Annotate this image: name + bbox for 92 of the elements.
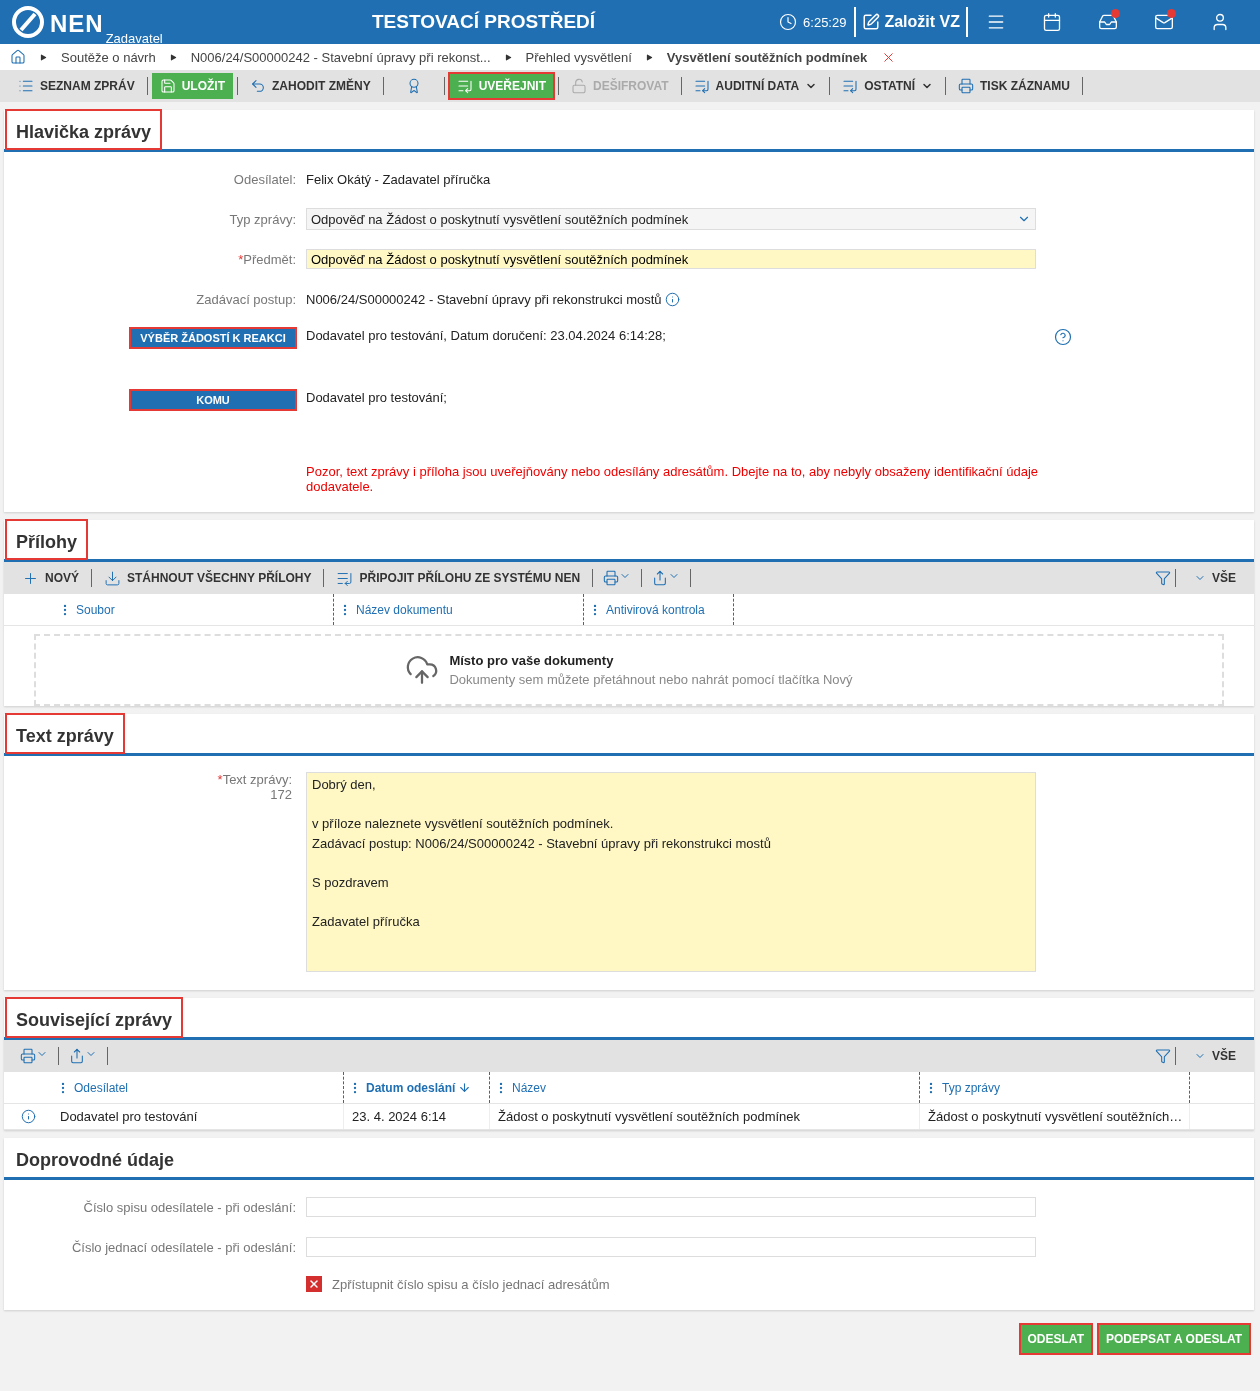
field-label: Číslo jednací odesílatele - při odeslání: [71, 1239, 296, 1255]
column-header[interactable]: Název dokumentu [356, 602, 453, 617]
home-icon [10, 49, 26, 65]
edit-icon [862, 13, 881, 31]
filter-icon [1155, 570, 1171, 586]
section-title: Doprovodné údaje [15, 1149, 175, 1172]
checkbox-label: Zpřístupnit číslo spisu a číslo jednací adresátům [332, 1276, 610, 1292]
field-label: Zadávací postup: [195, 291, 296, 307]
clock-icon [779, 13, 798, 31]
column-header[interactable]: Typ zprávy [942, 1080, 1001, 1095]
field-value: N006/24/S00000242 - Stavební úpravy při rekonstrukci mostů [306, 291, 662, 307]
share-icon [69, 1048, 85, 1064]
role-label: Zadavatel [105, 31, 163, 46]
warning-text: Pozor, text zprávy i příloha jsou uveřejňovány nebo odesílány adresátům. Dbejte na to, aby nebyly obsaženy identifikační údaje dodavatele. [306, 464, 1040, 494]
field-label: Číslo spisu odesílatele - při odeslání: [82, 1199, 296, 1215]
field-value: Dodavatel pro testování; [306, 390, 448, 405]
environment-title: TESTOVACÍ PROSTŘEDÍ [372, 11, 597, 33]
logo-text: NEN [50, 10, 104, 38]
share-icon [652, 570, 669, 586]
message-text-field[interactable]: Dobrý den, v příloze naleznete vysvětlení soutěžních podmínek. Zadávací postup: N006/24/S00000242 - Stavební úpravy při rekonstrukci mostů S pozdravem Zadavatel příručka [306, 772, 1036, 972]
column-header[interactable]: Soubor [76, 602, 115, 617]
field-label: Odesílatel: [232, 171, 296, 187]
section-title: Přílohy [6, 520, 87, 559]
field-value: Felix Okátý - Zadavatel příručka [306, 171, 492, 187]
create-tender-button[interactable]: Založit VZ [854, 7, 968, 37]
list-arrow-icon [693, 78, 710, 94]
info-icon [664, 291, 680, 307]
caret-icon [40, 53, 47, 61]
toolbar-button[interactable]: AUDITNÍ DATA [685, 73, 826, 99]
help-icon [1054, 328, 1072, 346]
printer-icon [603, 570, 620, 586]
field-value: Dodavatel pro testování, Datum doručení: 23.04.2024 6:14:28; [306, 328, 667, 343]
calendar-icon [1042, 12, 1062, 32]
caret-icon [504, 53, 512, 61]
toolbar-button[interactable]: TISK ZÁZNAMU [950, 73, 1079, 99]
column-header[interactable]: Název [512, 1080, 546, 1095]
field-label: *Text zprávy: [217, 772, 292, 787]
download-icon [104, 569, 121, 587]
breadcrumb-link[interactable]: Přehled vysvětlení [525, 49, 632, 65]
caret-icon [169, 53, 177, 61]
drop-zone-title: Místo pro vaše dokumenty [449, 653, 615, 668]
section-title: Související zprávy [6, 998, 183, 1037]
table-cell: Dodavatel pro testování [52, 1104, 344, 1129]
printer-icon [958, 78, 975, 94]
cross-icon [308, 1278, 320, 1290]
table-cell: 23. 4. 2024 6:14 [344, 1104, 490, 1129]
message-type-select[interactable]: Odpověď na Žádost o poskytnutí vysvětlení soutěžních podmínek [306, 208, 1036, 230]
attachment-action-button[interactable]: PŘIPOJIT PŘÍLOHU ZE SYSTÉMU NEN [328, 565, 589, 591]
subject-field[interactable]: Odpověď na Žádost o poskytnutí vysvětlení soutěžních podmínek [306, 249, 1036, 269]
toolbar-button[interactable]: SEZNAM ZPRÁV [10, 73, 143, 99]
attachment-action-button[interactable]: STÁHNOUT VŠECHNY PŘÍLOHY [96, 565, 320, 591]
drop-zone-hint: Dokumenty sem můžete přetáhnout nebo nahrát pomocí tlačítka Nový [449, 672, 853, 687]
field-label: Typ zprávy: [228, 211, 296, 227]
column-header[interactable]: Odesílatel [74, 1080, 129, 1095]
printer-icon [20, 1048, 36, 1064]
view-filter-button[interactable]: VŠE [1186, 1043, 1244, 1069]
filter-icon [1155, 1048, 1171, 1064]
cloud-upload-icon [405, 653, 440, 687]
section-title: Text zprávy [6, 714, 124, 753]
attachment-action-button[interactable]: NOVÝ [14, 565, 87, 591]
logo-icon [12, 6, 44, 38]
input-field[interactable] [306, 1197, 1036, 1217]
breadcrumb-link[interactable]: N006/24/S00000242 - Stavební úpravy při rekonst... [190, 49, 491, 65]
sort-arrow-icon [458, 1081, 472, 1094]
character-count: 172 [270, 787, 292, 802]
column-header[interactable]: Antivirová kontrola [606, 602, 705, 617]
toolbar-button[interactable]: OSTATNÍ [834, 73, 942, 99]
lock-icon [571, 78, 588, 94]
field-label: *Předmět: [237, 251, 296, 267]
save-icon [159, 78, 176, 94]
mail-icon [1154, 12, 1174, 32]
drop-zone[interactable]: Místo pro vaše dokumenty Dokumenty sem můžete přetáhnout nebo nahrát pomocí tlačítka Nový [34, 634, 1224, 706]
table-cell: Žádost o poskytnutí vysvětlení soutěžních… [920, 1104, 1190, 1129]
undo-icon [250, 78, 266, 94]
section-title: Hlavička zprávy [6, 110, 162, 149]
column-header[interactable]: Datum odeslání [366, 1080, 472, 1095]
caret-icon [645, 53, 653, 61]
select-button[interactable]: KOMU [130, 390, 296, 410]
list-arrow-icon [456, 78, 473, 94]
breadcrumb-link[interactable]: Soutěže o návrh [61, 49, 156, 65]
list-arrow-icon [842, 78, 859, 94]
toolbar-button[interactable]: ZAHODIT ZMĚNY [242, 73, 379, 99]
info-icon [20, 1109, 36, 1124]
breadcrumb-link[interactable]: Vysvětlení soutěžních podmínek [666, 49, 868, 65]
session-time: 6:25:29 [803, 14, 847, 30]
checkbox[interactable] [306, 1276, 322, 1292]
view-filter-button[interactable]: VŠE [1186, 565, 1244, 591]
table-cell: Žádost o poskytnutí vysvětlení soutěžních podmínek [490, 1104, 920, 1129]
list-icon [18, 78, 34, 94]
input-field[interactable] [306, 1237, 1036, 1257]
select-button[interactable]: VÝBĚR ŽÁDOSTÍ K REAKCI [130, 328, 296, 348]
inbox-icon [1098, 12, 1118, 32]
